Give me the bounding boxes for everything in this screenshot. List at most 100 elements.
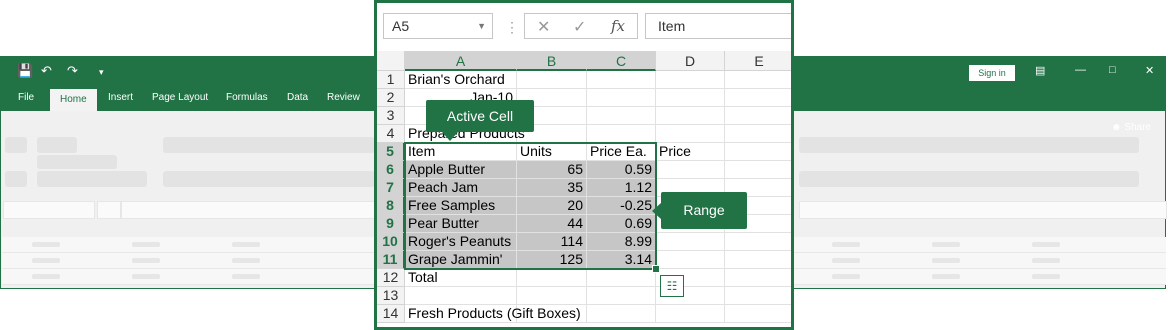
cell-b12[interactable] — [517, 269, 587, 287]
insert-function-icon[interactable]: fx — [611, 17, 625, 35]
row-header-13[interactable]: 13 — [377, 287, 405, 305]
cell-d2[interactable] — [656, 89, 725, 107]
sign-in-button[interactable]: Sign in — [969, 65, 1015, 81]
cell-d1[interactable] — [656, 71, 725, 89]
cell-a10[interactable]: Roger's Peanuts — [405, 233, 517, 251]
cell-e13[interactable] — [725, 287, 791, 305]
row-header-9[interactable]: 9 — [377, 215, 405, 233]
cell-e4[interactable] — [725, 125, 791, 143]
tab-data[interactable]: Data — [287, 92, 308, 103]
tab-home[interactable]: Home — [50, 89, 97, 111]
row-header-2[interactable]: 2 — [377, 89, 405, 107]
cell-c1[interactable] — [587, 71, 656, 89]
cell-b10[interactable]: 114 — [517, 233, 587, 251]
cell-a6[interactable]: Apple Butter — [405, 161, 517, 179]
cell-b11[interactable]: 125 — [517, 251, 587, 269]
cell-c10[interactable]: 8.99 — [587, 233, 656, 251]
column-header-c[interactable]: C — [587, 51, 656, 71]
row-header-4[interactable]: 4 — [377, 125, 405, 143]
row-header-12[interactable]: 12 — [377, 269, 405, 287]
fill-handle[interactable] — [652, 265, 660, 273]
column-header-d[interactable]: D — [656, 51, 725, 71]
row-header-11[interactable]: 11 — [377, 251, 405, 269]
cell-e3[interactable] — [725, 107, 791, 125]
cell-d3[interactable] — [656, 107, 725, 125]
formula-input[interactable]: Item — [645, 13, 791, 39]
column-header-a[interactable]: A — [405, 51, 517, 71]
cell-d4[interactable] — [656, 125, 725, 143]
cell-c2[interactable] — [587, 89, 656, 107]
tab-review[interactable]: Review — [327, 92, 360, 103]
cell-b6[interactable]: 65 — [517, 161, 587, 179]
cell-e10[interactable] — [725, 233, 791, 251]
cancel-icon[interactable]: ✕ — [537, 17, 550, 37]
row-header-3[interactable]: 3 — [377, 107, 405, 125]
row-header-7[interactable]: 7 — [377, 179, 405, 197]
cell-b1[interactable] — [517, 71, 587, 89]
cell-c13[interactable] — [587, 287, 656, 305]
cell-c7[interactable]: 1.12 — [587, 179, 656, 197]
cell-e6[interactable] — [725, 161, 791, 179]
cell-e5[interactable] — [725, 143, 791, 161]
cell-d6[interactable] — [656, 161, 725, 179]
tab-formulas[interactable]: Formulas — [226, 92, 268, 103]
cell-c14[interactable] — [587, 305, 656, 323]
undo-icon[interactable]: ↶ — [41, 63, 52, 79]
row-header-5[interactable]: 5 — [377, 143, 405, 161]
cell-e14[interactable] — [725, 305, 791, 323]
name-box[interactable]: A5 ▼ — [383, 13, 493, 39]
cell-c9[interactable]: 0.69 — [587, 215, 656, 233]
cell-b13[interactable] — [517, 287, 587, 305]
cell-b9[interactable]: 44 — [517, 215, 587, 233]
chevron-down-icon[interactable]: ▼ — [477, 14, 486, 38]
row-header-1[interactable]: 1 — [377, 71, 405, 89]
cell-e1[interactable] — [725, 71, 791, 89]
cell-a13[interactable] — [405, 287, 517, 305]
cell-c4[interactable] — [587, 125, 656, 143]
cell-a11[interactable]: Grape Jammin' — [405, 251, 517, 269]
cell-b8[interactable]: 20 — [517, 197, 587, 215]
tab-page-layout[interactable]: Page Layout — [152, 92, 208, 103]
tab-insert[interactable]: Insert — [108, 92, 133, 103]
cell-a5[interactable]: Item — [405, 143, 517, 161]
share-button[interactable]: ☻ Share — [1111, 122, 1151, 133]
cell-b5[interactable]: Units — [517, 143, 587, 161]
row-header-8[interactable]: 8 — [377, 197, 405, 215]
minimize-icon[interactable]: — — [1075, 64, 1086, 76]
cell-e11[interactable] — [725, 251, 791, 269]
ribbon-display-icon[interactable]: ▤ — [1035, 64, 1045, 77]
save-icon[interactable]: 💾 — [17, 63, 33, 79]
cell-a7[interactable]: Peach Jam — [405, 179, 517, 197]
cell-c12[interactable] — [587, 269, 656, 287]
cell-c3[interactable] — [587, 107, 656, 125]
cell-a12[interactable]: Total — [405, 269, 517, 287]
redo-icon[interactable]: ↷ — [67, 63, 78, 79]
cell-d11[interactable] — [656, 251, 725, 269]
cell-e12[interactable] — [725, 269, 791, 287]
row-header-6[interactable]: 6 — [377, 161, 405, 179]
cell-b14[interactable] — [517, 305, 587, 323]
check-icon[interactable]: ✓ — [573, 17, 586, 37]
row-header-14[interactable]: 14 — [377, 305, 405, 323]
cell-d10[interactable] — [656, 233, 725, 251]
quick-analysis-icon[interactable]: ☷ — [660, 275, 684, 297]
cell-a9[interactable]: Pear Butter — [405, 215, 517, 233]
cell-c6[interactable]: 0.59 — [587, 161, 656, 179]
cell-e2[interactable] — [725, 89, 791, 107]
cell-d14[interactable] — [656, 305, 725, 323]
column-header-b[interactable]: B — [517, 51, 587, 71]
cell-c5[interactable]: Price Ea. — [587, 143, 656, 161]
cell-b7[interactable]: 35 — [517, 179, 587, 197]
select-all-corner[interactable] — [377, 51, 405, 71]
close-icon[interactable]: ✕ — [1145, 64, 1154, 77]
cell-a1[interactable]: Brian's Orchard — [405, 71, 517, 89]
cell-c11[interactable]: 3.14 — [587, 251, 656, 269]
cell-a14[interactable]: Fresh Products (Gift Boxes) — [405, 305, 581, 323]
cell-d5[interactable]: Price — [656, 143, 725, 161]
maximize-icon[interactable]: □ — [1109, 64, 1116, 76]
cell-a8[interactable]: Free Samples — [405, 197, 517, 215]
tab-file[interactable]: File — [18, 92, 34, 103]
cell-c8[interactable]: -0.25 — [587, 197, 656, 215]
column-header-e[interactable]: E — [725, 51, 791, 71]
row-header-10[interactable]: 10 — [377, 233, 405, 251]
